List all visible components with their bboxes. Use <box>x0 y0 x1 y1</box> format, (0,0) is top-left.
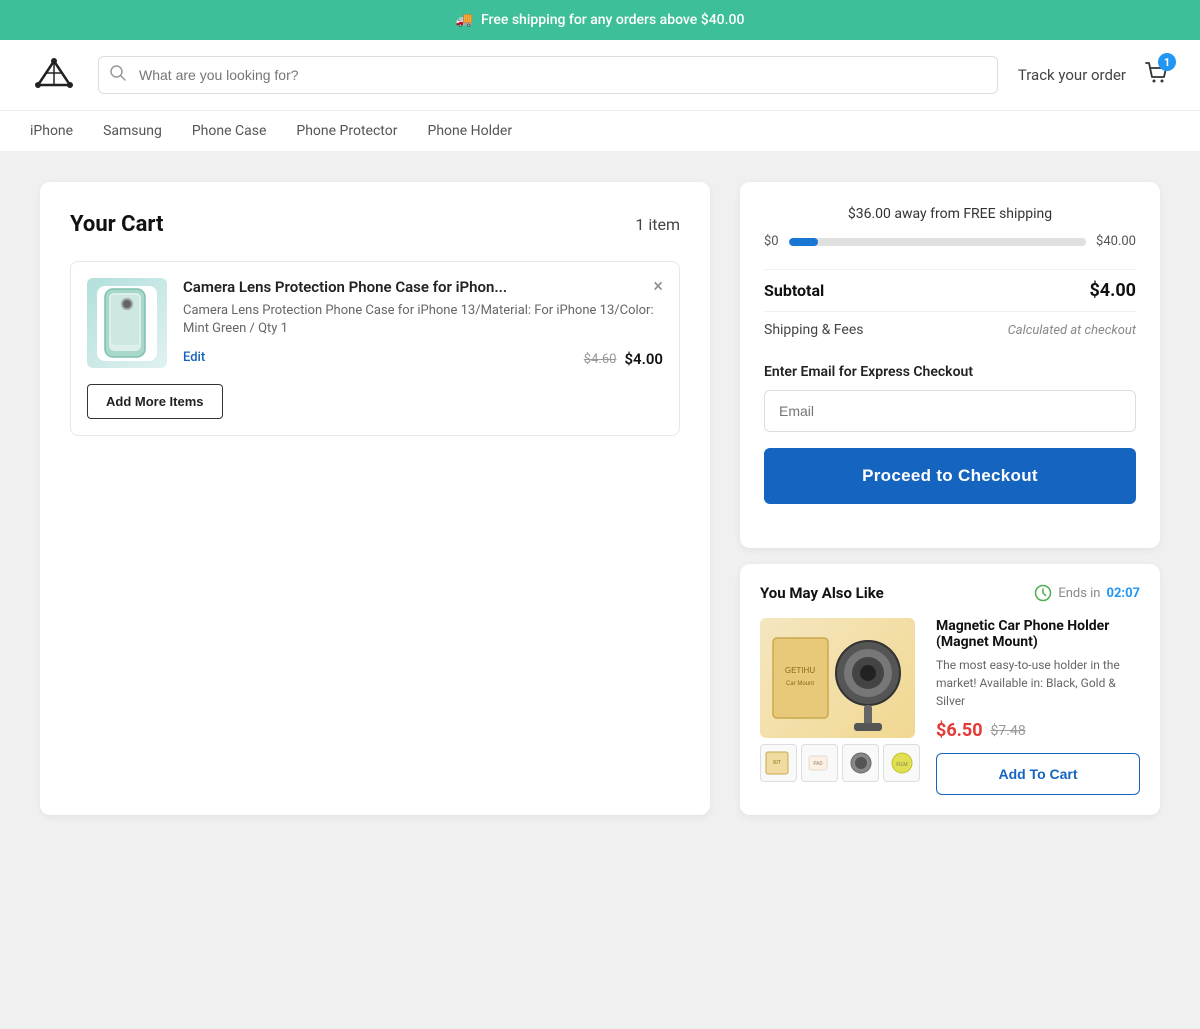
shipping-notice: $36.00 away from FREE shipping <box>764 206 1136 222</box>
nav-item-phone-case[interactable]: Phone Case <box>192 123 267 139</box>
main-content: Your Cart 1 item <box>20 182 1180 815</box>
nav: iPhone Samsung Phone Case Phone Protecto… <box>0 111 1200 152</box>
track-order-link[interactable]: Track your order <box>1018 66 1126 84</box>
rec-product-name: Magnetic Car Phone Holder (Magnet Mount) <box>936 618 1140 650</box>
cart-item-remove-button[interactable]: × <box>653 278 663 296</box>
rec-thumb-4: FILM <box>883 744 920 782</box>
svg-text:PAD: PAD <box>813 761 822 767</box>
svg-text:KIT: KIT <box>773 760 780 766</box>
cart-item-description: Camera Lens Protection Phone Case for iP… <box>183 302 663 338</box>
cart-icon-wrapper[interactable]: 1 <box>1142 59 1170 91</box>
cart-title: Your Cart <box>70 212 163 237</box>
cart-item-current-price: $4.00 <box>624 350 663 368</box>
rec-thumbnails: KIT PAD <box>760 744 920 782</box>
rec-main-image: GETIHU Car Mount <box>760 618 915 738</box>
rec-details: Magnetic Car Phone Holder (Magnet Mount)… <box>936 618 1140 795</box>
recommendations-section: You May Also Like Ends in 02:07 <box>740 564 1160 815</box>
nav-item-phone-protector[interactable]: Phone Protector <box>296 123 397 139</box>
cart-item-count: 1 item <box>635 215 680 234</box>
rec-price-current: $6.50 <box>936 720 983 741</box>
cart-item-edit-link[interactable]: Edit <box>183 350 205 365</box>
search-input[interactable] <box>98 56 998 94</box>
banner-text: Free shipping for any orders above $40.0… <box>481 12 744 28</box>
search-container <box>98 56 998 94</box>
svg-text:FILM: FILM <box>896 762 907 768</box>
search-icon <box>110 65 126 85</box>
shipping-fees-row: Shipping & Fees Calculated at checkout <box>764 311 1136 348</box>
rec-item: GETIHU Car Mount <box>760 618 1140 795</box>
rec-thumb-1: KIT <box>760 744 797 782</box>
shipping-fees-value: Calculated at checkout <box>1008 323 1136 338</box>
rec-timer-ends-label: Ends in <box>1058 586 1100 601</box>
rec-image-container: GETIHU Car Mount <box>760 618 920 795</box>
shipping-fees-label: Shipping & Fees <box>764 322 863 338</box>
truck-icon: 🚚 <box>456 12 473 28</box>
cart-item-price-row: $4.60 $4.00 <box>584 350 663 368</box>
subtotal-value: $4.00 <box>1089 280 1136 301</box>
add-to-cart-button[interactable]: Add To Cart <box>936 753 1140 795</box>
rec-price-original: $7.48 <box>991 723 1026 739</box>
progress-bar-fill <box>789 238 819 246</box>
progress-container: $0 $40.00 <box>764 234 1136 249</box>
nav-item-iphone[interactable]: iPhone <box>30 123 73 139</box>
rec-header: You May Also Like Ends in 02:07 <box>760 584 1140 602</box>
cart-section: Your Cart 1 item <box>40 182 710 815</box>
header: Track your order 1 <box>0 40 1200 111</box>
cart-item-name: Camera Lens Protection Phone Case for iP… <box>183 278 507 296</box>
rec-price-row: $6.50 $7.48 <box>936 720 1140 741</box>
checkout-button[interactable]: Proceed to Checkout <box>764 448 1136 504</box>
cart-item-original-price: $4.60 <box>584 352 617 367</box>
order-summary: $36.00 away from FREE shipping $0 $40.00… <box>740 182 1160 548</box>
cart-item-details: Camera Lens Protection Phone Case for iP… <box>183 278 663 368</box>
product-image <box>87 278 167 368</box>
rec-timer: Ends in 02:07 <box>1034 584 1140 602</box>
nav-item-phone-holder[interactable]: Phone Holder <box>427 123 512 139</box>
svg-text:GETIHU: GETIHU <box>784 666 814 675</box>
email-section-label: Enter Email for Express Checkout <box>764 364 1136 380</box>
header-right: Track your order 1 <box>1018 59 1170 91</box>
rec-thumb-2: PAD <box>801 744 838 782</box>
progress-start-label: $0 <box>764 234 779 249</box>
rec-product-description: The most easy-to-use holder in the marke… <box>936 656 1140 710</box>
logo[interactable] <box>30 57 78 93</box>
cart-badge: 1 <box>1158 53 1176 71</box>
right-column: $36.00 away from FREE shipping $0 $40.00… <box>740 182 1160 815</box>
subtotal-row: Subtotal $4.00 <box>764 269 1136 311</box>
rec-timer-value: 02:07 <box>1107 586 1141 601</box>
cart-header: Your Cart 1 item <box>70 212 680 237</box>
progress-end-label: $40.00 <box>1096 234 1136 249</box>
email-input[interactable] <box>764 390 1136 432</box>
rec-title: You May Also Like <box>760 584 884 602</box>
cart-item: Camera Lens Protection Phone Case for iP… <box>70 261 680 436</box>
svg-text:Car Mount: Car Mount <box>785 681 813 687</box>
cart-item-inner: Camera Lens Protection Phone Case for iP… <box>87 278 663 368</box>
subtotal-label: Subtotal <box>764 281 824 300</box>
progress-bar <box>789 238 1086 246</box>
add-more-items-button[interactable]: Add More Items <box>87 384 223 419</box>
rec-thumb-3 <box>842 744 879 782</box>
nav-item-samsung[interactable]: Samsung <box>103 123 162 139</box>
top-banner: 🚚 Free shipping for any orders above $40… <box>0 0 1200 40</box>
